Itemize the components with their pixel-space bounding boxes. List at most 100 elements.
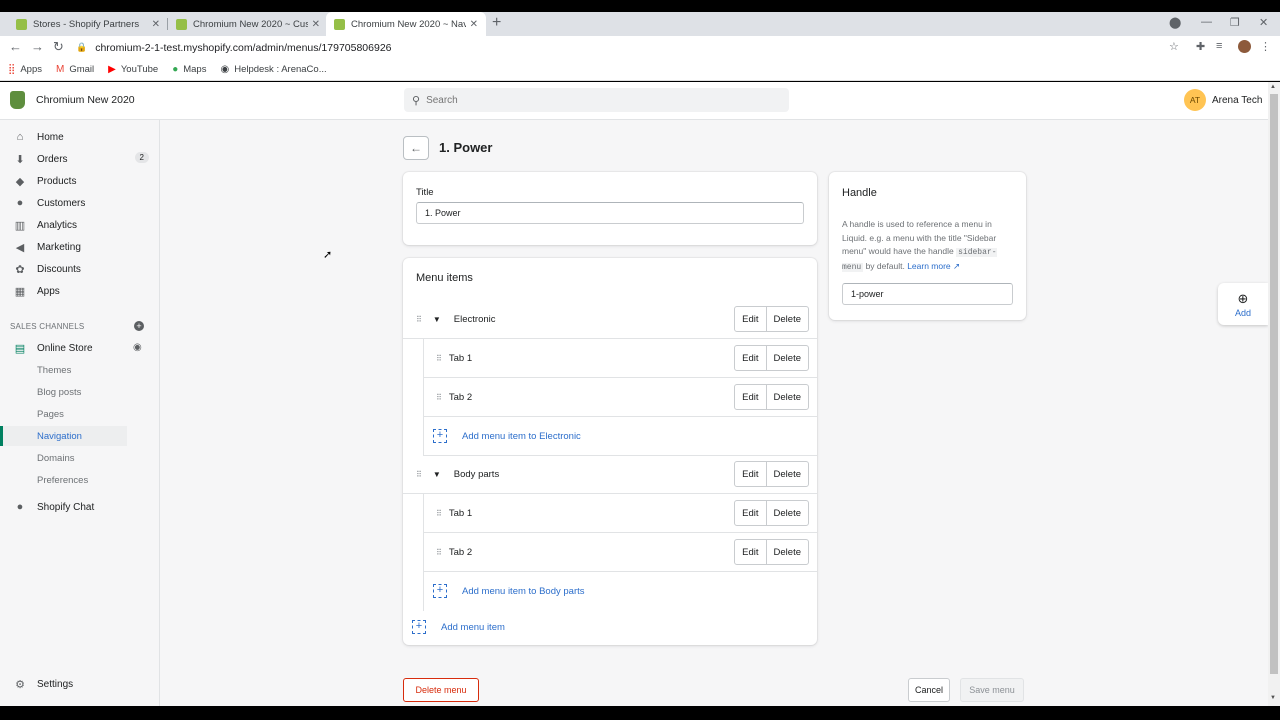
media-control-icon[interactable]: ⬤: [1169, 16, 1181, 29]
browser-tabstrip: Stores - Shopify Partners ✕ Chromium New…: [0, 12, 1280, 36]
learn-more-link[interactable]: Learn more ↗: [907, 261, 960, 271]
delete-menu-button[interactable]: Delete menu: [403, 678, 479, 702]
reload-icon[interactable]: ↻: [53, 39, 64, 55]
bookmark-gmail[interactable]: M Gmail: [56, 64, 94, 75]
caret-down-icon[interactable]: ▼: [433, 315, 441, 324]
save-menu-button[interactable]: Save menu: [960, 678, 1024, 702]
user-menu[interactable]: AT Arena Tech: [1184, 89, 1262, 111]
bookmark-apps[interactable]: ⣿ Apps: [8, 64, 42, 75]
edit-button[interactable]: Edit: [735, 462, 765, 486]
menu-item-label: Body parts: [453, 468, 500, 480]
new-tab-button[interactable]: +: [492, 14, 501, 32]
title-input[interactable]: [416, 202, 804, 224]
add-floating-button[interactable]: ⊕ Add: [1218, 283, 1268, 325]
bookmark-helpdesk[interactable]: ◉ Helpdesk : ArenaCo...: [220, 64, 326, 75]
add-sales-channel-icon[interactable]: +: [134, 321, 144, 331]
sidebar-item-analytics[interactable]: ▥ Analytics: [0, 214, 159, 236]
menu-item-row-electronic: ⠿ ▼ Electronic Edit Delete: [403, 300, 817, 339]
search-bar[interactable]: ⚲: [404, 88, 789, 112]
drag-handle-icon[interactable]: ⠿: [436, 509, 442, 518]
bookmark-youtube[interactable]: ▶ YouTube: [108, 64, 158, 75]
drag-handle-icon[interactable]: ⠿: [436, 393, 442, 402]
sidebar-item-marketing[interactable]: ◀ Marketing: [0, 236, 159, 258]
drag-handle-icon[interactable]: ⠿: [416, 470, 422, 479]
search-input[interactable]: [426, 94, 767, 106]
delete-button[interactable]: Delete: [765, 385, 808, 409]
browser-tab-2[interactable]: Chromium New 2020 ~ Customiz ✕: [168, 12, 328, 36]
edit-button[interactable]: Edit: [735, 540, 765, 564]
sidebar-sub-navigation[interactable]: Navigation: [0, 426, 127, 446]
delete-button[interactable]: Delete: [765, 540, 808, 564]
close-icon[interactable]: ✕: [152, 19, 160, 30]
close-icon[interactable]: ✕: [312, 19, 320, 30]
drag-handle-icon[interactable]: ⠿: [436, 548, 442, 557]
shopify-logo-icon[interactable]: [10, 91, 25, 109]
sidebar-sub-preferences[interactable]: Preferences: [0, 470, 127, 490]
scroll-thumb[interactable]: [1270, 94, 1278, 674]
scroll-down-icon[interactable]: ▼: [1270, 695, 1276, 701]
sidebar-item-customers[interactable]: ● Customers: [0, 192, 159, 214]
chrome-menu-icon[interactable]: ⋮: [1260, 40, 1271, 53]
menu-item-row-body-parts-tab-1: ⠿ Tab 1 Edit Delete: [423, 494, 817, 533]
delete-button[interactable]: Delete: [765, 501, 808, 525]
sidebar-sub-themes[interactable]: Themes: [0, 360, 127, 380]
store-name[interactable]: Chromium New 2020: [36, 94, 135, 106]
handle-input[interactable]: [842, 283, 1013, 305]
store-icon: ▤: [14, 342, 26, 355]
sidebar-sub-blog-posts[interactable]: Blog posts: [0, 382, 127, 402]
back-arrow-icon[interactable]: ←: [9, 39, 22, 54]
edit-button[interactable]: Edit: [735, 501, 765, 525]
add-menu-item-link[interactable]: + Add menu item: [412, 620, 505, 634]
sidebar-item-orders[interactable]: ⬇ Orders 2: [0, 148, 159, 170]
minimize-icon[interactable]: —: [1201, 16, 1212, 28]
search-icon: ⚲: [412, 94, 421, 107]
maps-pin-icon: ●: [172, 64, 179, 75]
sidebar-item-home[interactable]: ⌂ Home: [0, 126, 159, 148]
delete-button[interactable]: Delete: [765, 346, 808, 370]
profile-avatar-icon[interactable]: [1238, 40, 1251, 53]
edit-button[interactable]: Edit: [735, 307, 765, 331]
caret-down-icon[interactable]: ▼: [433, 470, 441, 479]
delete-button[interactable]: Delete: [765, 462, 808, 486]
bookmark-star-icon[interactable]: ☆: [1169, 40, 1179, 53]
drag-handle-icon[interactable]: ⠿: [416, 315, 422, 324]
browser-toolbar: ← → ↻ 🔒 chromium-2-1-test.myshopify.com/…: [0, 36, 1280, 59]
sidebar-item-shopify-chat[interactable]: ● Shopify Chat: [0, 496, 159, 518]
forward-arrow-icon[interactable]: →: [31, 39, 44, 54]
sidebar-item-settings[interactable]: ⚙ Settings: [0, 673, 159, 695]
drag-handle-icon[interactable]: ⠿: [436, 354, 442, 363]
bookmark-maps[interactable]: ● Maps: [172, 64, 206, 75]
restore-icon[interactable]: ❐: [1230, 16, 1240, 29]
browser-tab-3[interactable]: Chromium New 2020 ~ Navigati ✕: [326, 12, 486, 36]
window-close-icon[interactable]: ✕: [1259, 16, 1268, 29]
reading-list-icon[interactable]: ≡: [1216, 40, 1222, 52]
extensions-puzzle-icon[interactable]: ✚: [1196, 40, 1205, 53]
scroll-up-icon[interactable]: ▲: [1270, 84, 1276, 90]
cancel-button[interactable]: Cancel: [908, 678, 950, 702]
close-icon[interactable]: ✕: [470, 19, 478, 30]
add-menu-item-to-electronic-link[interactable]: + Add menu item to Electronic: [433, 429, 581, 443]
orders-count-badge: 2: [134, 152, 149, 163]
title-label: Title: [416, 187, 434, 198]
view-store-eye-icon[interactable]: ◉: [133, 342, 142, 353]
sidebar-item-apps[interactable]: ▦ Apps: [0, 280, 159, 302]
handle-title: Handle: [842, 187, 877, 199]
address-bar[interactable]: 🔒 chromium-2-1-test.myshopify.com/admin/…: [76, 38, 1186, 57]
add-menu-item-to-body-parts-link[interactable]: + Add menu item to Body parts: [433, 584, 585, 598]
menu-item-label: Tab 2: [448, 391, 473, 403]
back-button[interactable]: ←: [403, 136, 429, 160]
plus-circle-icon: ⊕: [1237, 290, 1249, 306]
edit-button[interactable]: Edit: [735, 346, 765, 370]
page-scrollbar[interactable]: ▲ ▼: [1268, 82, 1280, 706]
sidebar-sub-domains[interactable]: Domains: [0, 448, 127, 468]
menu-items-card: Menu items ⠿ ▼ Electronic Edit Delete ⠿ T…: [403, 258, 817, 645]
edit-button[interactable]: Edit: [735, 385, 765, 409]
apps-grid-icon: ⣿: [8, 64, 16, 75]
delete-button[interactable]: Delete: [765, 307, 808, 331]
browser-tab-1[interactable]: Stores - Shopify Partners ✕: [8, 12, 168, 36]
menu-item-row-electronic-tab-1: ⠿ Tab 1 Edit Delete: [423, 339, 817, 378]
sidebar-item-products[interactable]: ◆ Products: [0, 170, 159, 192]
sidebar-item-discounts[interactable]: ✿ Discounts: [0, 258, 159, 280]
gear-icon: ⚙: [15, 678, 25, 691]
sidebar-sub-pages[interactable]: Pages: [0, 404, 127, 424]
